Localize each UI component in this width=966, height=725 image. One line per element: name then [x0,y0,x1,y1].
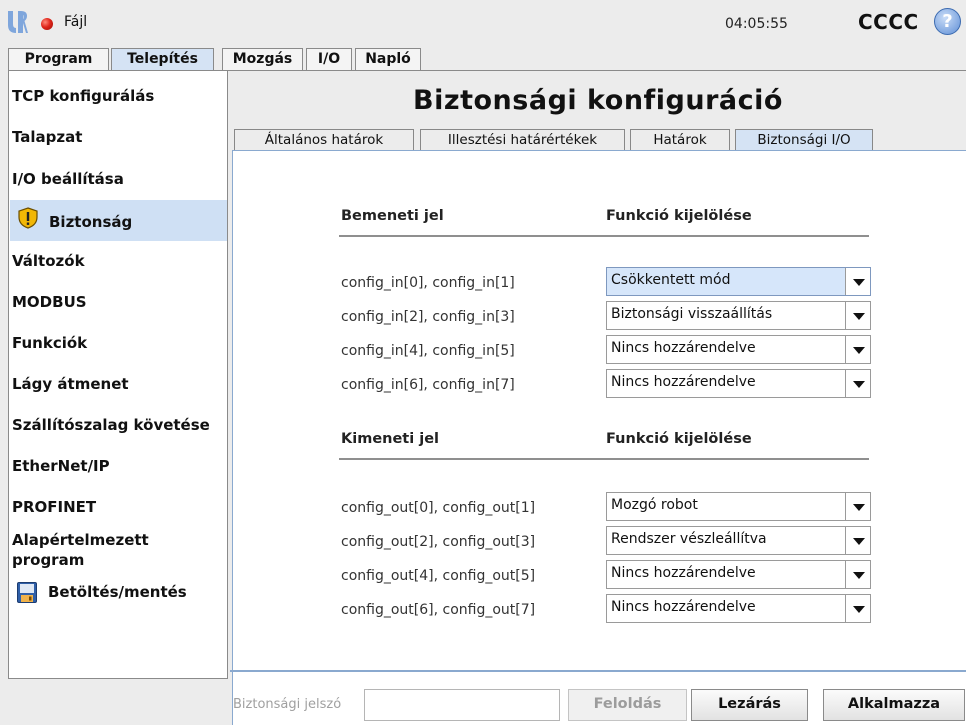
sidebar-item-label: Betöltés/mentés [48,583,187,601]
sidebar-item-features[interactable]: Funkciók [9,334,228,352]
content-border [230,670,966,672]
subtab-joint-limits[interactable]: Illesztési határértékek [420,129,625,151]
output-signal-header: Kimeneti jel [341,431,440,447]
dropdown-value: Nincs hozzárendelve [611,340,756,356]
input-function-dropdown[interactable]: Csökkentett mód [606,267,871,296]
chevron-down-icon[interactable] [845,268,870,295]
top-bar: Fájl 04:05:55 CCCC ? [0,0,966,46]
sidebar-item-mounting[interactable]: Talapzat [9,128,228,146]
sidebar-item-label: TCP konfigurálás [12,87,155,105]
dropdown-value: Nincs hozzárendelve [611,599,756,615]
sidebar-item-ethernet-ip[interactable]: EtherNet/IP [9,457,228,475]
tab-io[interactable]: I/O [306,48,352,71]
help-icon[interactable]: ? [934,8,961,35]
sidebar-item-modbus[interactable]: MODBUS [9,293,228,311]
sidebar-item-label: Talapzat [12,128,83,146]
sidebar-item-label: Lágy átmenet [12,375,129,393]
sidebar-item-smooth-transition[interactable]: Lágy átmenet [9,375,228,393]
sidebar-item-label: Alapértelmezett program [12,531,149,569]
clock: 04:05:55 [725,16,788,32]
dropdown-value: Csökkentett mód [611,272,731,288]
password-label: Biztonsági jelszó [233,697,342,712]
file-menu[interactable]: Fájl [64,14,87,30]
sidebar-item-io-setup[interactable]: I/O beállítása [9,170,228,188]
input-function-dropdown[interactable]: Biztonsági visszaállítás [606,301,871,330]
sidebar-item-default-program[interactable]: Alapértelmezett program [9,530,209,570]
dropdown-value: Nincs hozzárendelve [611,565,756,581]
subtab-boundaries[interactable]: Határok [630,129,730,151]
tab-program[interactable]: Program [8,48,109,71]
sidebar-item-label: Szállítószalag követése [12,416,210,434]
robot-name: CCCC [858,10,919,34]
output-signal-label: config_out[4], config_out[5] [341,568,536,584]
sidebar-item-label: EtherNet/IP [12,457,110,475]
safety-io-content: Bemeneti jel Funkció kijelölése config_i… [232,150,966,725]
main-panel: Biztonsági konfiguráció Általános határo… [230,71,966,725]
sidebar-item-variables[interactable]: Változók [9,252,228,270]
input-signal-label: config_in[0], config_in[1] [341,275,515,291]
output-function-dropdown[interactable]: Nincs hozzárendelve [606,594,871,623]
dropdown-value: Nincs hozzárendelve [611,374,756,390]
input-signal-label: config_in[2], config_in[3] [341,309,515,325]
sidebar-item-safety[interactable]: Biztonság [10,200,227,241]
sidebar-item-label: Funkciók [12,334,88,352]
chevron-down-icon[interactable] [845,370,870,397]
apply-button[interactable]: Alkalmazza [823,689,965,721]
sidebar-item-tcp[interactable]: TCP konfigurálás [9,87,228,105]
floppy-disk-icon [17,582,37,603]
sidebar-item-label: Változók [12,252,85,270]
chevron-down-icon[interactable] [845,561,870,588]
output-function-dropdown[interactable]: Rendszer vészleállítva [606,526,871,555]
output-signal-label: config_out[0], config_out[1] [341,500,536,516]
chevron-down-icon[interactable] [845,595,870,622]
subtab-safety-io[interactable]: Biztonsági I/O [735,129,873,151]
status-dot-icon [41,18,53,30]
sidebar-item-label: MODBUS [12,293,87,311]
chevron-down-icon[interactable] [845,493,870,520]
input-signal-header: Bemeneti jel [341,208,444,224]
shield-warning-icon [18,207,38,229]
input-signal-label: config_in[6], config_in[7] [341,377,515,393]
page-title: Biztonsági konfiguráció [413,85,783,116]
input-signal-label: config_in[4], config_in[5] [341,343,515,359]
output-signal-label: config_out[6], config_out[7] [341,602,536,618]
chevron-down-icon[interactable] [845,527,870,554]
dropdown-value: Rendszer vészleállítva [611,531,767,547]
output-function-dropdown[interactable]: Nincs hozzárendelve [606,560,871,589]
dropdown-value: Biztonsági visszaállítás [611,306,773,322]
divider [339,235,869,237]
output-signal-label: config_out[2], config_out[3] [341,534,536,550]
output-function-dropdown[interactable]: Mozgó robot [606,492,871,521]
sidebar-item-conveyor-tracking[interactable]: Szállítószalag követése [9,416,228,434]
dropdown-value: Mozgó robot [611,497,698,513]
chevron-down-icon[interactable] [845,336,870,363]
unlock-button[interactable]: Feloldás [568,689,687,721]
output-function-header: Funkció kijelölése [606,431,752,447]
sidebar-item-profinet[interactable]: PROFINET [9,498,228,516]
sidebar-item-label: I/O beállítása [12,170,124,188]
input-function-header: Funkció kijelölése [606,208,752,224]
subtab-general-limits[interactable]: Általános határok [234,129,414,151]
sidebar-item-load-save[interactable]: Betöltés/mentés [9,580,228,606]
tab-log[interactable]: Napló [355,48,421,71]
divider [339,458,869,460]
sidebar: TCP konfigurálás Talapzat I/O beállítása… [8,71,228,679]
input-function-dropdown[interactable]: Nincs hozzárendelve [606,369,871,398]
ur-logo-icon [8,11,28,33]
chevron-down-icon[interactable] [845,302,870,329]
input-function-dropdown[interactable]: Nincs hozzárendelve [606,335,871,364]
lock-button[interactable]: Lezárás [691,689,808,721]
sidebar-item-label: PROFINET [12,498,97,516]
tab-move[interactable]: Mozgás [222,48,303,71]
sidebar-item-label: Biztonság [49,213,133,231]
password-input[interactable] [364,689,560,721]
